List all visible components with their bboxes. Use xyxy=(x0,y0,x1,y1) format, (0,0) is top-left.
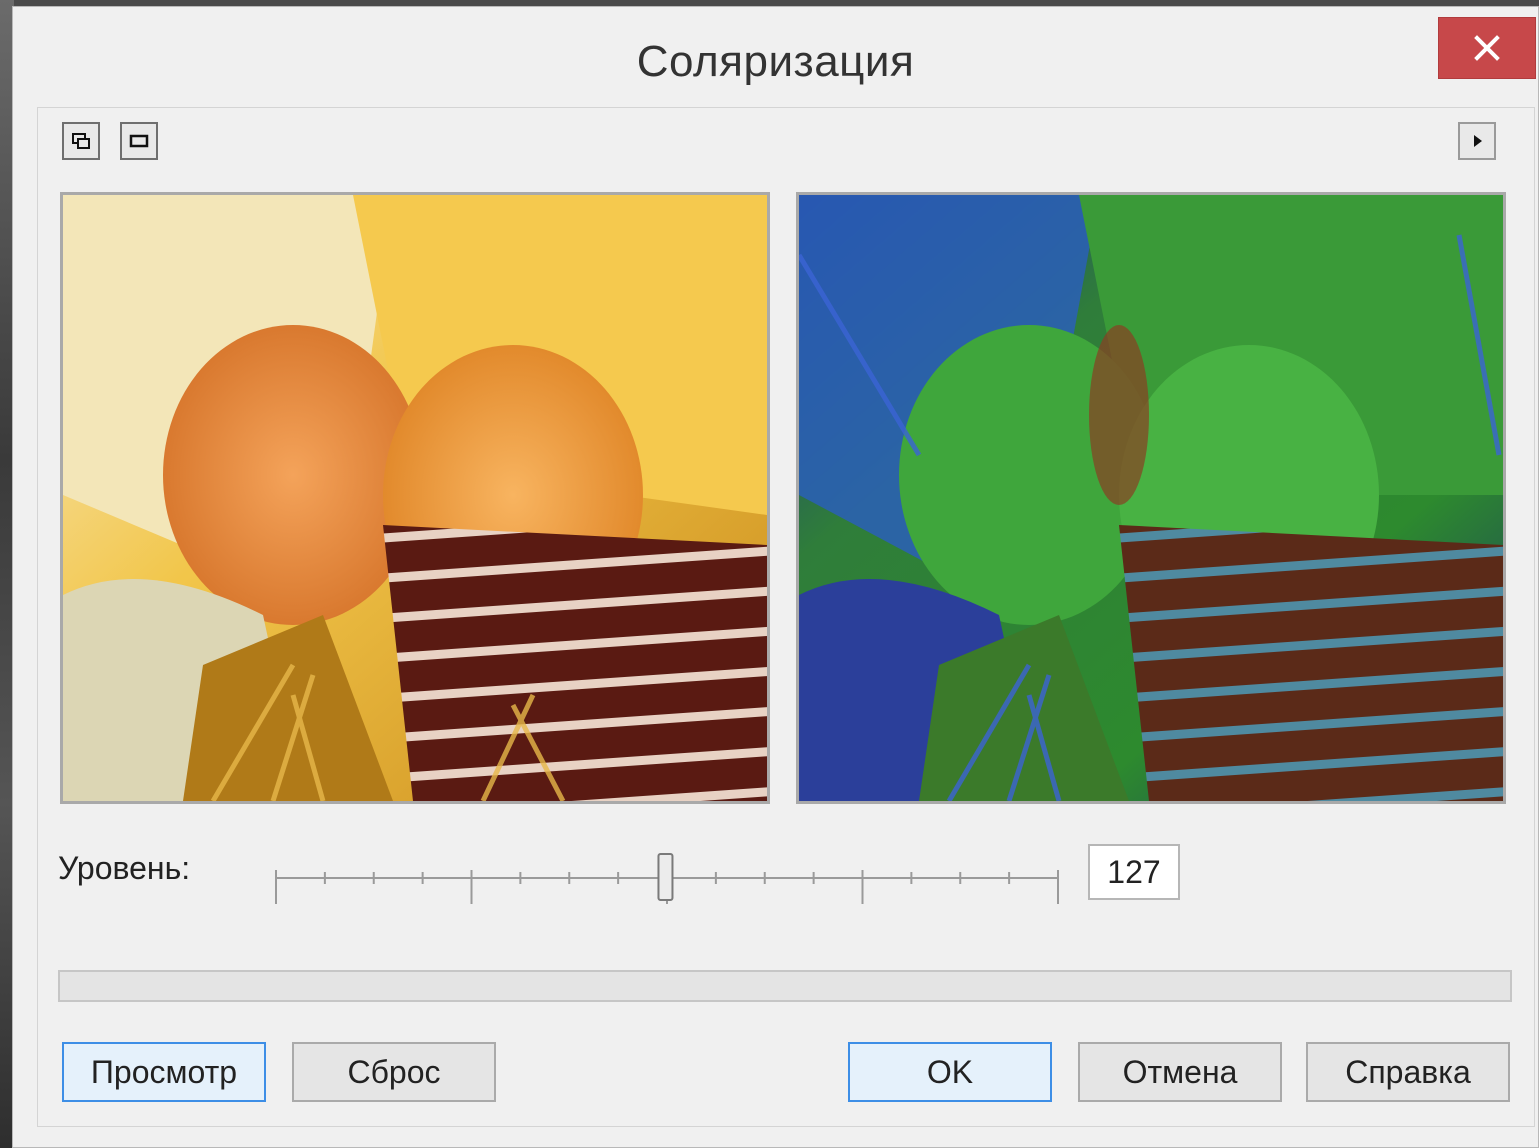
progress-bar xyxy=(58,970,1512,1002)
level-label: Уровень: xyxy=(58,850,191,886)
title-bar: Соляризация xyxy=(13,7,1538,105)
original-preview xyxy=(60,192,770,804)
level-slider[interactable] xyxy=(274,848,1060,908)
single-view-icon xyxy=(129,134,149,148)
split-view-icon xyxy=(72,133,90,149)
reset-button[interactable]: Сброс xyxy=(292,1042,496,1102)
close-icon xyxy=(1474,35,1500,61)
window-title: Соляризация xyxy=(636,37,915,86)
ok-button[interactable]: OK xyxy=(848,1042,1052,1102)
cancel-button[interactable]: Отмена xyxy=(1078,1042,1282,1102)
dialog-content: Уровень: 127 Просмотр Сброс OK Отмена Сп… xyxy=(37,107,1535,1127)
expand-button[interactable] xyxy=(1458,122,1496,160)
solarized-photo xyxy=(799,195,1503,801)
single-view-button[interactable] xyxy=(120,122,158,160)
play-arrow-icon xyxy=(1474,135,1482,147)
split-view-button[interactable] xyxy=(62,122,100,160)
preview-button[interactable]: Просмотр xyxy=(62,1042,266,1102)
level-value-field[interactable]: 127 xyxy=(1088,844,1180,900)
result-preview xyxy=(796,192,1506,804)
solarization-dialog: Соляризация Уровень: 127 Просмотр Сброс … xyxy=(12,6,1539,1148)
slider-thumb xyxy=(657,853,674,901)
help-button[interactable]: Справка xyxy=(1306,1042,1510,1102)
close-button[interactable] xyxy=(1438,17,1536,79)
original-photo xyxy=(63,195,767,801)
